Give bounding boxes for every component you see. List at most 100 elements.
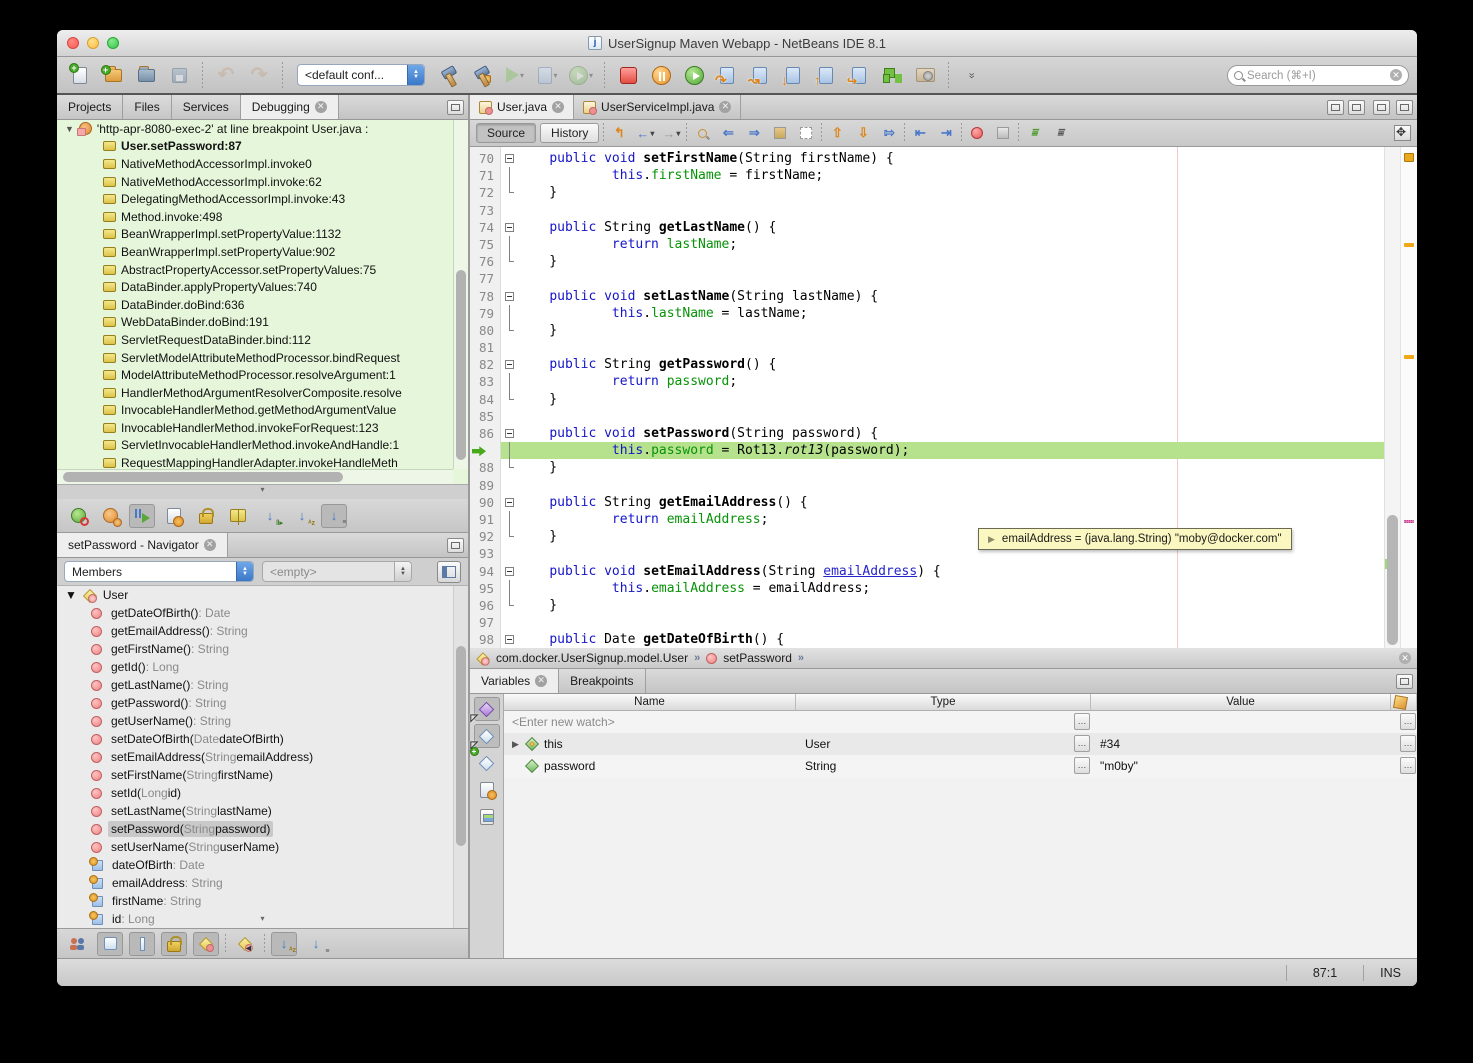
stack-frame[interactable]: ServletInvocableHandlerMethod.invokeAndH… bbox=[57, 437, 468, 455]
continue-button[interactable] bbox=[679, 60, 709, 90]
tab-user-java[interactable]: User.java ✕ bbox=[470, 95, 574, 119]
edit-value-button[interactable]: … bbox=[1400, 713, 1416, 730]
scroll-tabs-left-button[interactable] bbox=[1327, 100, 1344, 115]
edit-value-button[interactable]: … bbox=[1400, 757, 1416, 774]
debugging-call-stack[interactable]: ▼'http-apr-8080-exec-2' at line breakpoi… bbox=[57, 120, 468, 485]
tab-projects[interactable]: Projects bbox=[57, 95, 123, 119]
error-stripe[interactable] bbox=[1400, 147, 1417, 648]
stack-frame[interactable]: HandlerMethodArgumentResolverComposite.r… bbox=[57, 384, 468, 402]
profile-point-icon[interactable] bbox=[992, 123, 1014, 143]
deadlock-detect-icon[interactable] bbox=[65, 504, 91, 528]
tab-files[interactable]: Files bbox=[123, 95, 171, 119]
tab-navigator[interactable]: setPassword - Navigator ✕ bbox=[57, 533, 228, 557]
editor-scrollbar[interactable] bbox=[1384, 147, 1400, 648]
navigator-member[interactable]: setFirstName(String firstName) bbox=[57, 766, 468, 784]
navigator-member[interactable]: setDateOfBirth(Date dateOfBirth) bbox=[57, 730, 468, 748]
toggle-highlight-icon[interactable] bbox=[769, 123, 791, 143]
sort-alphabetical-icon[interactable]: ↓ᴬz bbox=[289, 504, 315, 528]
find-selection-icon[interactable] bbox=[691, 123, 713, 143]
minimize-window-button[interactable] bbox=[87, 37, 99, 49]
navigator-member[interactable]: firstName : String bbox=[57, 892, 468, 910]
step-over-expression-button[interactable]: ↝ bbox=[745, 60, 775, 90]
source-view-button[interactable]: Source bbox=[476, 123, 536, 143]
stack-frame[interactable]: NativeMethodAccessorImpl.invoke:62 bbox=[57, 173, 468, 191]
stack-frame[interactable]: User.setPassword:87 bbox=[57, 138, 468, 156]
variable-row[interactable]: <Enter new watch>…… bbox=[504, 711, 1417, 733]
stack-frame[interactable]: InvocableHandlerMethod.invokeForRequest:… bbox=[57, 419, 468, 437]
column-value[interactable]: Value bbox=[1091, 694, 1391, 710]
debug-thread-row[interactable]: ▼'http-apr-8080-exec-2' at line breakpoi… bbox=[57, 120, 468, 138]
last-edit-position-icon[interactable]: ↰ bbox=[608, 123, 630, 143]
navigator-member[interactable]: setUserName(String userName) bbox=[57, 838, 468, 856]
undo-button[interactable]: ↶ bbox=[211, 60, 241, 90]
build-project-button[interactable] bbox=[434, 60, 464, 90]
debug-panel-grip[interactable]: ▾ bbox=[57, 485, 468, 499]
configuration-dropdown[interactable]: <default conf... ▲▼ bbox=[297, 64, 425, 86]
step-out-button[interactable]: ↑ bbox=[811, 60, 841, 90]
show-inherited-icon[interactable] bbox=[65, 932, 91, 956]
run-to-cursor-button[interactable]: ↪ bbox=[844, 60, 874, 90]
stack-frame[interactable]: Method.invoke:498 bbox=[57, 208, 468, 226]
nav-sort-source-icon[interactable]: ↓≡ bbox=[303, 932, 329, 956]
navigator-member[interactable]: getEmailAddress() : String bbox=[57, 622, 468, 640]
navigator-member[interactable]: getId() : Long bbox=[57, 658, 468, 676]
split-document-icon[interactable] bbox=[1394, 125, 1411, 141]
navigator-member[interactable]: setLastName(String lastName) bbox=[57, 802, 468, 820]
close-variables-icon[interactable]: ✕ bbox=[535, 675, 547, 687]
variables-header[interactable]: Name Type Value bbox=[504, 694, 1417, 711]
navigator-member[interactable]: setEmailAddress(String emailAddress) bbox=[57, 748, 468, 766]
next-bookmark-icon[interactable]: ⇩ bbox=[852, 123, 874, 143]
uncomment-icon[interactable]: ⩸ bbox=[1049, 123, 1071, 143]
navigator-member[interactable]: emailAddress : String bbox=[57, 874, 468, 892]
navigator-member[interactable]: setId(Long id) bbox=[57, 784, 468, 802]
table-settings-icon[interactable] bbox=[474, 778, 500, 802]
rectangular-selection-icon[interactable] bbox=[795, 123, 817, 143]
pause-button[interactable] bbox=[646, 60, 676, 90]
step-over-button[interactable]: ↷ bbox=[712, 60, 742, 90]
stack-frame[interactable]: AbstractPropertyAccessor.setPropertyValu… bbox=[57, 261, 468, 279]
apply-code-changes-button[interactable] bbox=[877, 60, 907, 90]
maximize-navigator-button[interactable] bbox=[447, 538, 464, 553]
edit-value-button[interactable]: … bbox=[1400, 735, 1416, 752]
scroll-tabs-right-button[interactable] bbox=[1348, 100, 1365, 115]
tab-userserviceimpl-java[interactable]: UserServiceImpl.java ✕ bbox=[574, 95, 741, 119]
edit-type-button[interactable]: … bbox=[1074, 757, 1090, 774]
toggle-bookmark-icon[interactable]: ⇰ bbox=[878, 123, 900, 143]
column-options-icon[interactable] bbox=[1391, 694, 1417, 710]
navigator-member-tree[interactable]: ▼UsergetDateOfBirth() : DategetEmailAddr… bbox=[57, 586, 468, 928]
navigator-window-mode-button[interactable] bbox=[437, 561, 461, 583]
stack-frame[interactable]: InvocableHandlerMethod.getMethodArgument… bbox=[57, 402, 468, 420]
clean-and-build-button[interactable] bbox=[467, 60, 497, 90]
show-fields-icon[interactable] bbox=[97, 932, 123, 956]
navigator-member[interactable]: dateOfBirth : Date bbox=[57, 856, 468, 874]
filter-empty-combo[interactable]: <empty> ▲▼ bbox=[262, 561, 412, 582]
stack-frame[interactable]: BeanWrapperImpl.setPropertyValue:902 bbox=[57, 243, 468, 261]
create-new-watch-icon[interactable]: + bbox=[474, 751, 500, 775]
shift-left-icon[interactable]: ⇤ bbox=[909, 123, 931, 143]
next-occurrence-icon[interactable]: ⇒ bbox=[743, 123, 765, 143]
stack-horizontal-scrollbar[interactable] bbox=[57, 469, 453, 484]
close-user-java-icon[interactable]: ✕ bbox=[552, 101, 564, 113]
stack-vertical-scrollbar[interactable] bbox=[453, 120, 468, 469]
close-navigator-icon[interactable]: ✕ bbox=[204, 539, 216, 551]
show-static-icon[interactable] bbox=[161, 932, 187, 956]
new-file-button[interactable]: + bbox=[65, 60, 95, 90]
configuration-stepper-icon[interactable]: ▲▼ bbox=[407, 65, 424, 85]
open-source-icon[interactable]: ◂ bbox=[232, 932, 258, 956]
back-icon[interactable]: ←▾ bbox=[634, 123, 656, 143]
navigator-member[interactable]: getFirstName() : String bbox=[57, 640, 468, 658]
stack-frame[interactable]: DataBinder.doBind:636 bbox=[57, 296, 468, 314]
show-non-public-icon[interactable] bbox=[193, 932, 219, 956]
chevron-right-icon[interactable]: » bbox=[798, 652, 804, 664]
stack-frame[interactable]: BeanWrapperImpl.setPropertyValue:1132 bbox=[57, 226, 468, 244]
stack-frame[interactable]: ServletModelAttributeMethodProcessor.bin… bbox=[57, 349, 468, 367]
show-bean-patterns-icon[interactable] bbox=[129, 932, 155, 956]
debug-settings-icon[interactable] bbox=[97, 504, 123, 528]
stack-frame[interactable]: DelegatingMethodAccessorImpl.invoke:43 bbox=[57, 190, 468, 208]
navigator-member[interactable]: getPassword() : String bbox=[57, 694, 468, 712]
nav-sort-alphabetical-icon[interactable]: ↓ᴬz bbox=[271, 932, 297, 956]
stack-frame[interactable]: WebDataBinder.doBind:191 bbox=[57, 314, 468, 332]
open-project-button[interactable] bbox=[131, 60, 161, 90]
tab-services[interactable]: Services bbox=[172, 95, 241, 119]
stack-frame[interactable]: DataBinder.applyPropertyValues:740 bbox=[57, 278, 468, 296]
